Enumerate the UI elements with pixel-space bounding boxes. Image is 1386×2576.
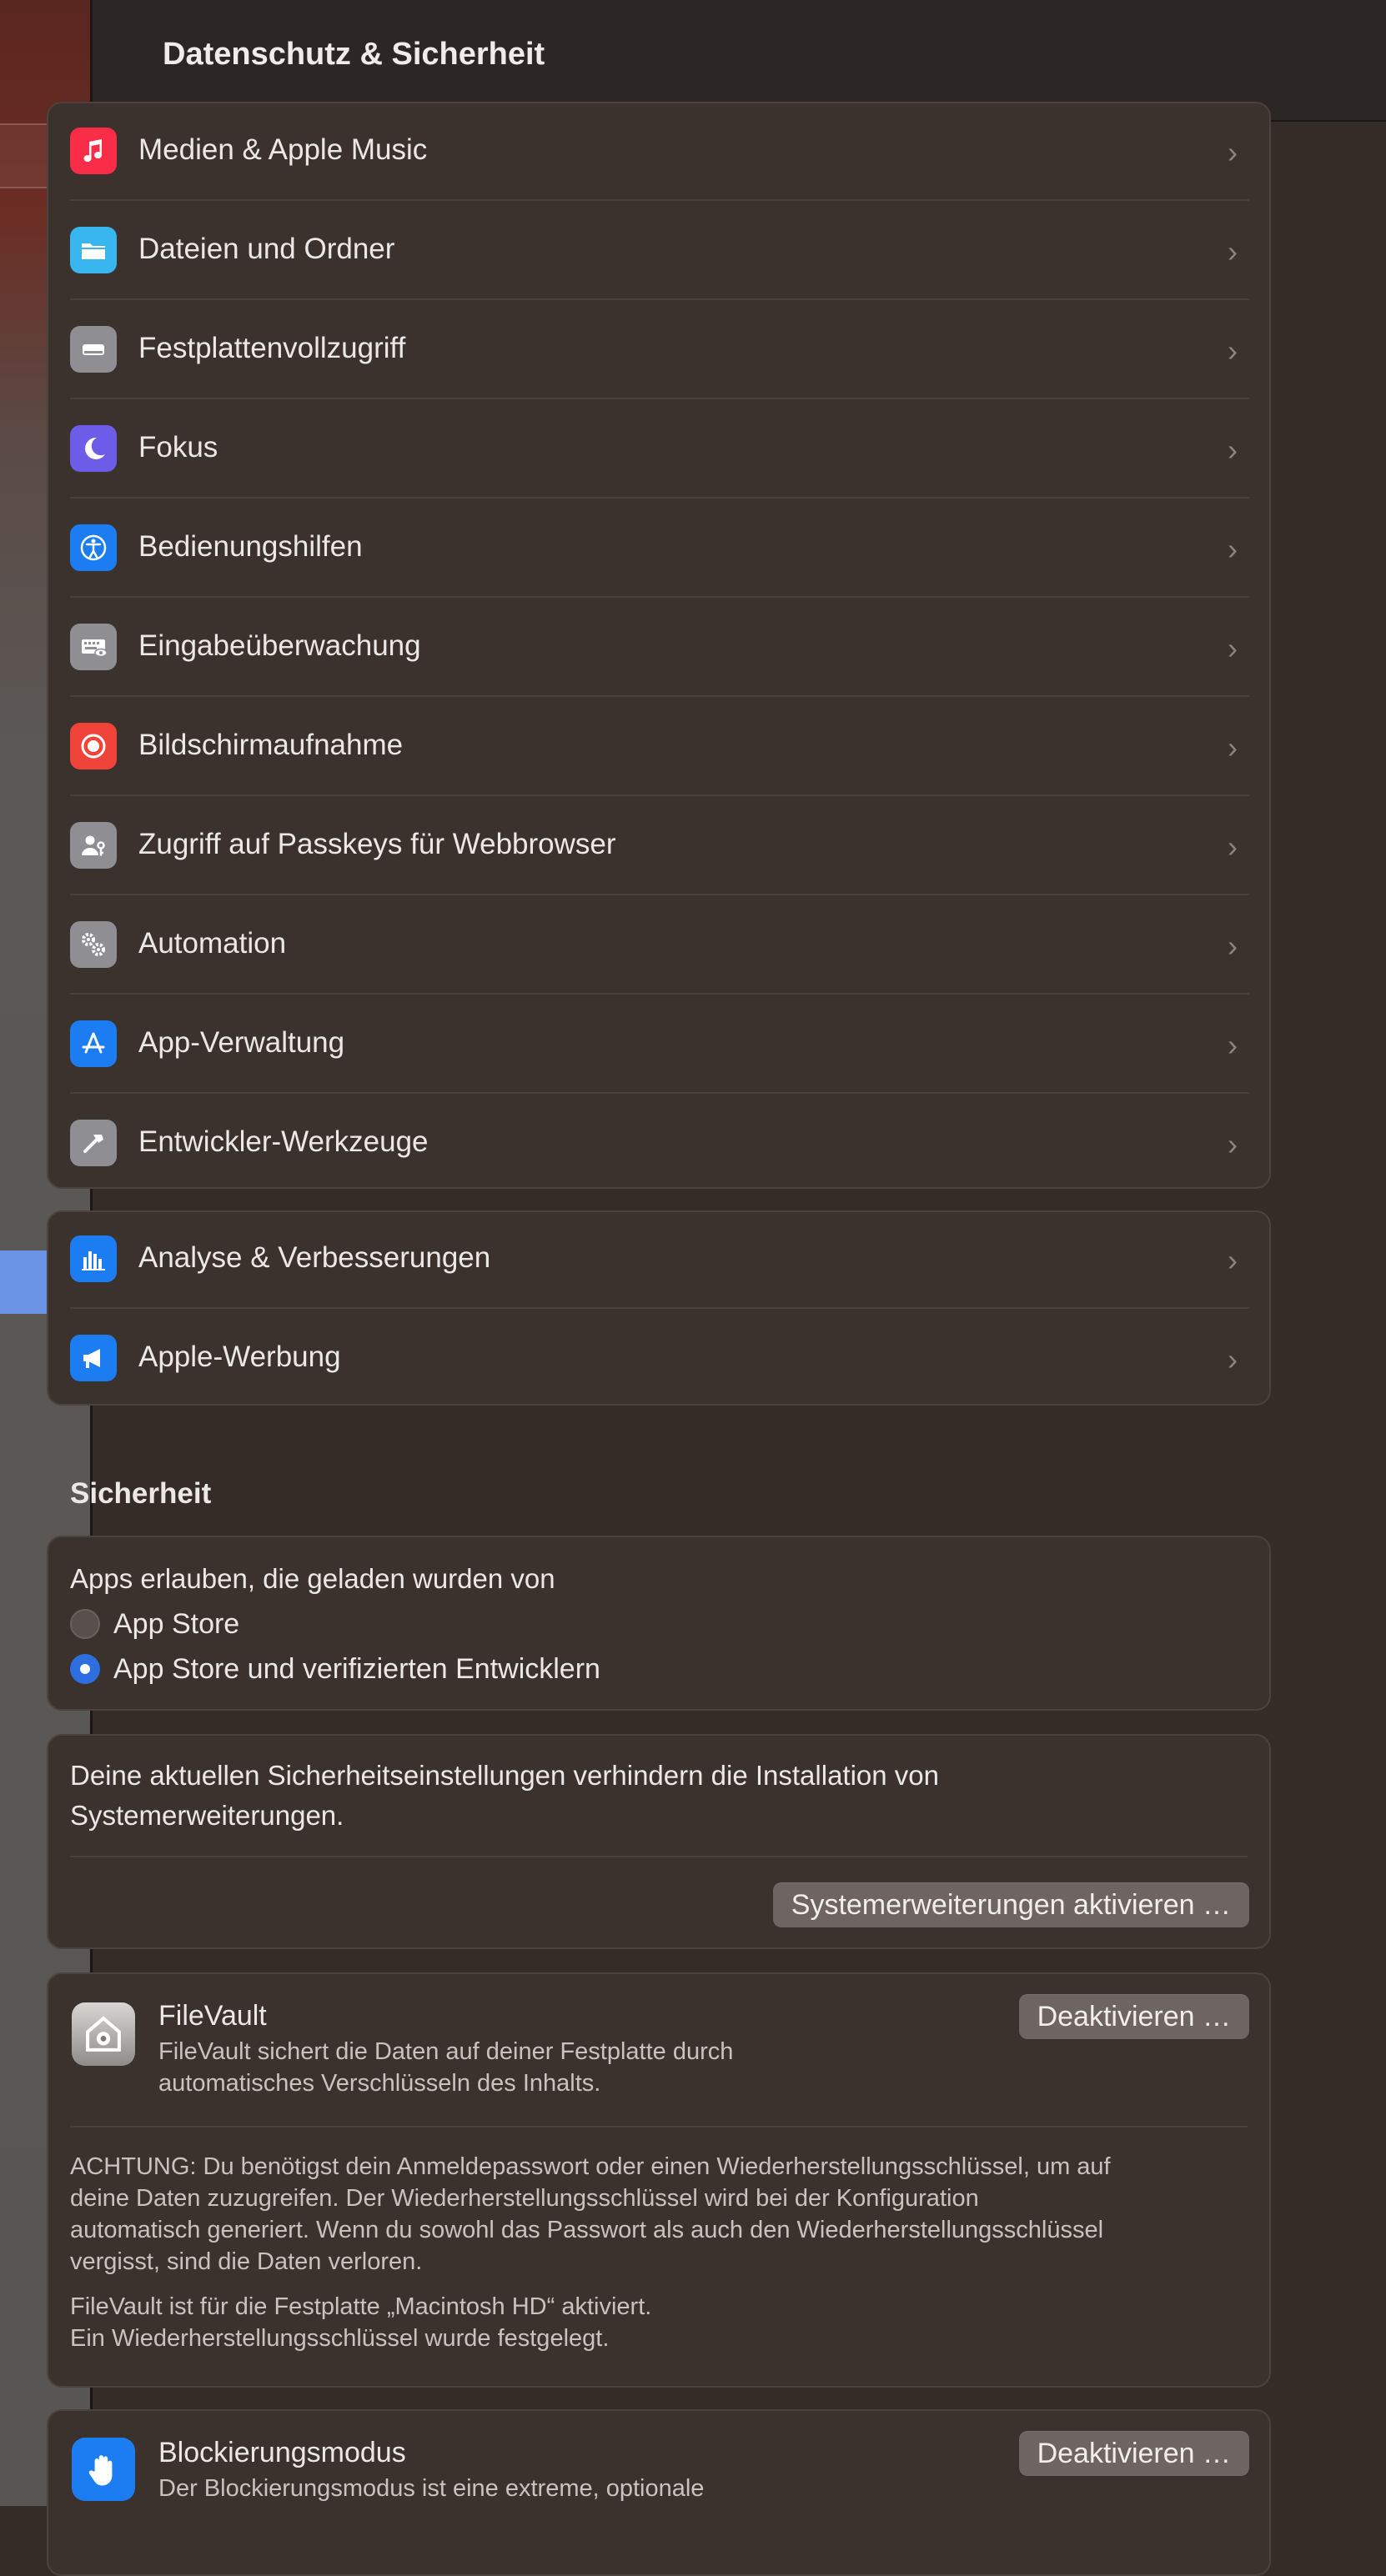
chevron-right-icon: › (1228, 433, 1238, 467)
allowed-apps-label: Apps erlauben, die geladen wurden von (70, 1563, 555, 1594)
lockdown-mode-card: Blockierungsmodus Der Blockierungsmodus … (47, 2409, 1271, 2576)
accessibility-icon (70, 524, 117, 571)
screen-record-icon (70, 723, 117, 769)
privacy-row-files[interactable]: Dateien und Ordner › (70, 201, 1249, 300)
filevault-warning-line-4: vergisst, sind die Daten verloren. (70, 2248, 423, 2275)
chevron-right-icon: › (1228, 135, 1238, 169)
person-key-icon (70, 822, 117, 869)
page-title: Datenschutz & Sicherheit (163, 37, 545, 72)
filevault-warning-line-3: automatisch generiert. Wenn du sowohl da… (70, 2217, 1104, 2243)
lockdown-desc-line-1: Der Blockierungsmodus ist eine extreme, … (158, 2475, 705, 2502)
filevault-warning-line-1: ACHTUNG: Du benötigst dein Anmeldepasswo… (70, 2153, 1111, 2180)
chevron-right-icon: › (1228, 333, 1238, 368)
chevron-right-icon: › (1228, 1342, 1238, 1376)
privacy-row-focus[interactable]: Fokus › (70, 399, 1249, 499)
extensions-text-line-2: Systemerweiterungen. (70, 1800, 344, 1831)
analytics-row-advertising[interactable]: Apple-Werbung › (70, 1309, 1249, 1408)
hammer-icon (70, 1120, 117, 1166)
filevault-warning-line-2: deine Daten zuzugreifen. Der Wiederherst… (70, 2185, 979, 2212)
privacy-row-input-monitoring[interactable]: Eingabeüberwachung › (70, 598, 1249, 697)
folder-icon (70, 227, 117, 273)
filevault-desc-line-1: FileVault sichert die Daten auf deiner F… (158, 2038, 734, 2065)
filevault-status-line-2: Ein Wiederherstellungsschlüssel wurde fe… (70, 2325, 610, 2352)
keyboard-eye-icon (70, 624, 117, 670)
privacy-row-app-management[interactable]: App-Verwaltung › (70, 995, 1249, 1094)
chevron-right-icon: › (1228, 929, 1238, 963)
gears-icon (70, 921, 117, 968)
house-lock-icon (72, 2002, 135, 2066)
radio-button[interactable] (70, 1609, 100, 1639)
radio-button-selected[interactable] (70, 1654, 100, 1684)
lockdown-deactivate-button[interactable]: Deaktivieren … (1018, 2431, 1249, 2476)
radio-app-store-verified[interactable]: App Store und verifizierten Entwicklern (70, 1649, 600, 1689)
filevault-status-line-1: FileVault ist für die Festplatte „Macint… (70, 2293, 652, 2320)
security-section-title: Sicherheit (70, 1477, 212, 1510)
radio-app-store[interactable]: App Store (70, 1604, 239, 1644)
privacy-row-media[interactable]: Medien & Apple Music › (70, 102, 1249, 201)
chevron-right-icon: › (1228, 234, 1238, 268)
chevron-right-icon: › (1228, 532, 1238, 566)
extensions-text-line-1: Deine aktuellen Sicherheitseinstellungen… (70, 1760, 939, 1791)
filevault-desc-line-2: automatisches Verschlüsseln des Inhalts. (158, 2070, 601, 2097)
disk-drive-icon (70, 326, 117, 373)
moon-icon (70, 425, 117, 472)
chevron-right-icon: › (1228, 730, 1238, 764)
hand-raised-icon (72, 2438, 135, 2501)
system-extensions-card: Deine aktuellen Sicherheitseinstellungen… (47, 1734, 1271, 1949)
allowed-apps-card: Apps erlauben, die geladen wurden von Ap… (47, 1536, 1271, 1711)
filevault-deactivate-button[interactable]: Deaktivieren … (1018, 1994, 1249, 2039)
chevron-right-icon: › (1228, 631, 1238, 665)
privacy-row-developer-tools[interactable]: Entwickler-Werkzeuge › (70, 1094, 1249, 1193)
app-store-icon (70, 1020, 117, 1067)
chevron-right-icon: › (1228, 1127, 1238, 1161)
filevault-title: FileVault (158, 2000, 267, 2032)
privacy-list-card: Medien & Apple Music › Dateien und Ordne… (47, 102, 1271, 1189)
chevron-right-icon: › (1228, 1028, 1238, 1062)
music-note-icon (70, 128, 117, 174)
privacy-row-accessibility[interactable]: Bedienungshilfen › (70, 499, 1249, 598)
bar-chart-icon (70, 1235, 117, 1282)
analytics-row-improvements[interactable]: Analyse & Verbesserungen › (70, 1210, 1249, 1309)
privacy-row-automation[interactable]: Automation › (70, 895, 1249, 995)
filevault-card: FileVault FileVault sichert die Daten au… (47, 1972, 1271, 2388)
chevron-right-icon: › (1228, 1243, 1238, 1277)
enable-system-extensions-button[interactable]: Systemerweiterungen aktivieren … (772, 1882, 1249, 1927)
privacy-row-screen-recording[interactable]: Bildschirmaufnahme › (70, 697, 1249, 796)
privacy-row-full-disk[interactable]: Festplattenvollzugriff › (70, 300, 1249, 399)
chevron-right-icon: › (1228, 829, 1238, 864)
lockdown-title: Blockierungsmodus (158, 2437, 406, 2468)
privacy-row-passkeys[interactable]: Zugriff auf Passkeys für Webbrowser › (70, 796, 1249, 895)
megaphone-icon (70, 1335, 117, 1381)
analytics-card: Analyse & Verbesserungen › Apple-Werbung… (47, 1210, 1271, 1406)
